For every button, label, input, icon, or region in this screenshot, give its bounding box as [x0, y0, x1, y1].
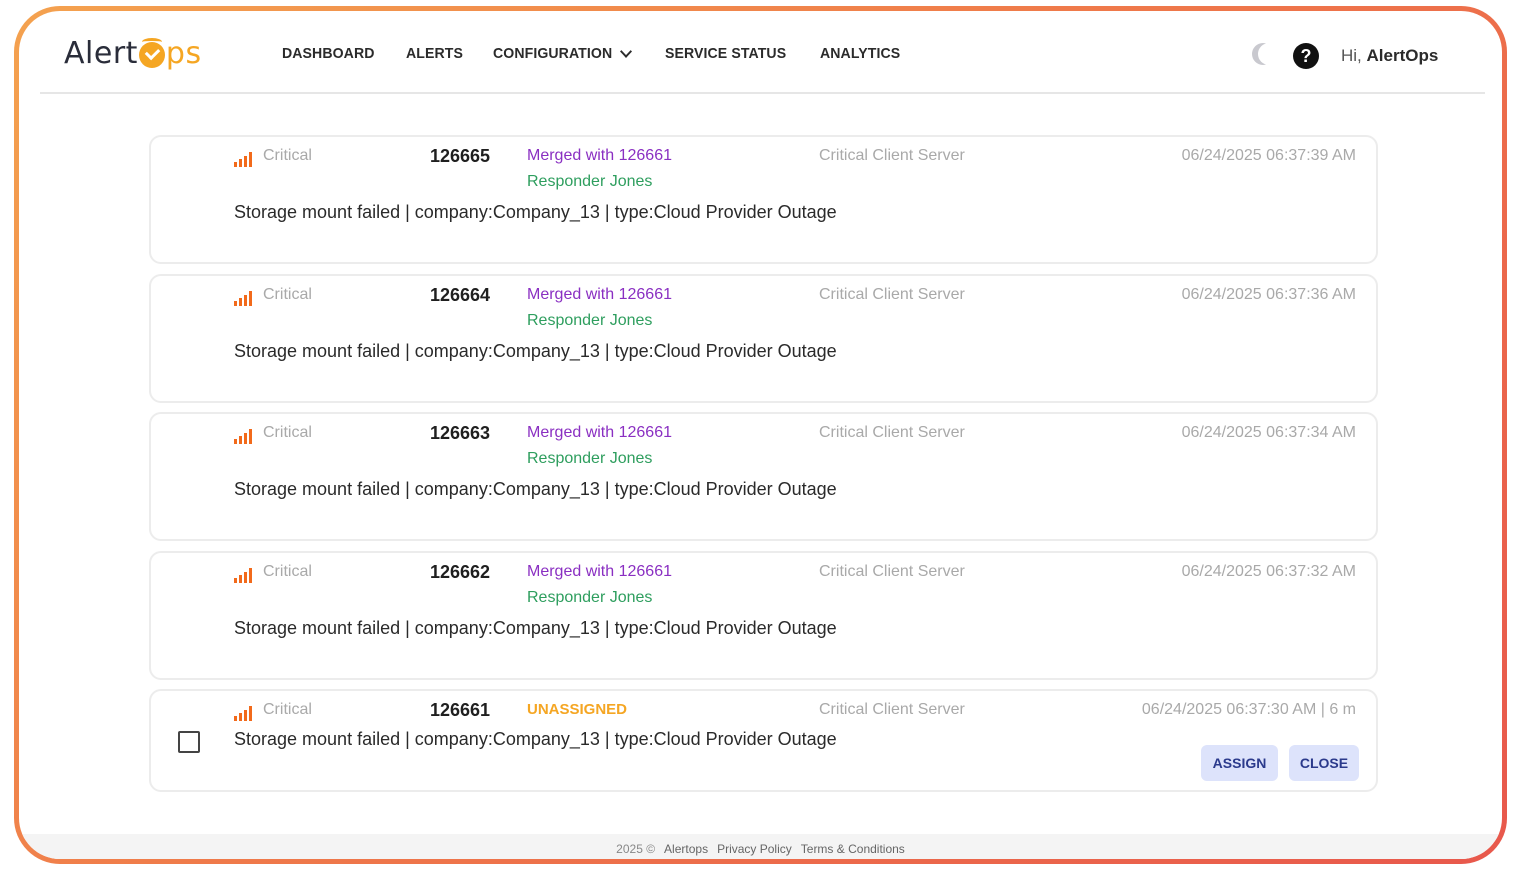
alert-timestamp: 06/24/2025 06:37:36 AM: [1181, 286, 1356, 303]
footer-company-link[interactable]: Alertops: [664, 842, 708, 859]
alert-card[interactable]: Critical 126661 UNASSIGNED Critical Clie…: [149, 689, 1378, 792]
alert-message: Storage mount failed | company:Company_1…: [234, 202, 837, 222]
logo-text-right: ps: [165, 35, 202, 71]
alert-timestamp: 06/24/2025 06:37:32 AM: [1181, 563, 1356, 580]
page-footer: 2025 © Alertops Privacy Policy Terms & C…: [19, 834, 1502, 859]
alert-message: Storage mount failed | company:Company_1…: [234, 618, 837, 638]
alert-card[interactable]: Critical 126662 Merged with 126661 Respo…: [149, 551, 1378, 680]
help-icon[interactable]: ?: [1293, 43, 1319, 69]
alert-source: Critical Client Server: [819, 424, 965, 441]
app-window: Alert ps DASHBOARD ALERTS CONFIGURATION S…: [19, 11, 1502, 859]
nav-dashboard-label: DASHBOARD: [282, 45, 375, 62]
footer-copyright: 2025 ©: [616, 842, 656, 856]
chevron-down-icon: [619, 45, 632, 58]
responder-name[interactable]: Responder Jones: [527, 312, 652, 330]
nav-dashboard[interactable]: DASHBOARD: [282, 45, 375, 62]
alert-source: Critical Client Server: [819, 563, 965, 580]
alert-timestamp: 06/24/2025 06:37:30 AM | 6 m: [1141, 701, 1356, 718]
alert-id[interactable]: 126664: [430, 285, 490, 306]
responder-name[interactable]: Responder Jones: [527, 589, 652, 607]
responder-name[interactable]: Responder Jones: [527, 450, 652, 468]
alert-timestamp: 06/24/2025 06:37:34 AM: [1181, 424, 1356, 441]
severity-label: Critical: [263, 147, 312, 164]
alert-message: Storage mount failed | company:Company_1…: [234, 479, 837, 499]
alert-message: Storage mount failed | company:Company_1…: [234, 729, 837, 749]
assign-button[interactable]: ASSIGN: [1201, 745, 1278, 781]
nav-analytics[interactable]: ANALYTICS: [820, 45, 900, 62]
greeting-prefix: Hi,: [1341, 46, 1362, 65]
alert-message: Storage mount failed | company:Company_1…: [234, 341, 837, 361]
alert-card[interactable]: Critical 126663 Merged with 126661 Respo…: [149, 412, 1378, 541]
severity-signal-icon: [234, 290, 254, 306]
nav-analytics-label: ANALYTICS: [819, 45, 901, 62]
merged-status[interactable]: Merged with 126661: [527, 563, 672, 581]
severity-signal-icon: [234, 705, 254, 721]
alert-select-checkbox[interactable]: [178, 731, 200, 753]
merged-status[interactable]: Merged with 126661: [527, 286, 672, 304]
alert-timestamp: 06/24/2025 06:37:39 AM: [1181, 147, 1356, 164]
nav-alerts-label: ALERTS: [406, 45, 464, 62]
severity-signal-icon: [234, 567, 254, 583]
alert-id[interactable]: 126663: [430, 423, 490, 444]
user-greeting[interactable]: Hi, AlertOps: [1341, 46, 1438, 66]
close-button[interactable]: CLOSE: [1289, 745, 1359, 781]
footer-privacy-link[interactable]: Privacy Policy: [717, 842, 792, 859]
alert-source: Critical Client Server: [819, 147, 965, 164]
nav-configuration[interactable]: CONFIGURATION: [493, 45, 632, 62]
nav-service-status-label: SERVICE STATUS: [664, 45, 787, 62]
alert-source: Critical Client Server: [819, 701, 965, 718]
merged-status[interactable]: Merged with 126661: [527, 147, 672, 165]
severity-signal-icon: [234, 151, 254, 167]
severity-label: Critical: [263, 286, 312, 303]
alert-id[interactable]: 126661: [430, 700, 490, 721]
responder-name[interactable]: Responder Jones: [527, 173, 652, 191]
nav-alerts[interactable]: ALERTS: [406, 45, 463, 62]
severity-label: Critical: [263, 701, 312, 718]
unassigned-status: UNASSIGNED: [527, 701, 628, 718]
alert-card[interactable]: Critical 126664 Merged with 126661 Respo…: [149, 274, 1378, 403]
severity-label: Critical: [263, 424, 312, 441]
user-name: AlertOps: [1366, 46, 1439, 65]
alertops-logo[interactable]: Alert ps: [64, 31, 202, 75]
app-frame: Alert ps DASHBOARD ALERTS CONFIGURATION S…: [14, 6, 1507, 864]
alert-id[interactable]: 126665: [430, 146, 490, 167]
nav-configuration-label: CONFIGURATION: [493, 45, 613, 62]
alert-source: Critical Client Server: [819, 286, 965, 303]
alert-id[interactable]: 126662: [430, 562, 490, 583]
dark-mode-moon-icon[interactable]: [1258, 43, 1280, 65]
nav-service-status[interactable]: SERVICE STATUS: [665, 45, 786, 62]
footer-terms-link[interactable]: Terms & Conditions: [801, 842, 905, 859]
merged-status[interactable]: Merged with 126661: [527, 424, 672, 442]
header-divider: [40, 92, 1485, 94]
main-menu: DASHBOARD ALERTS CONFIGURATION SERVICE S…: [282, 45, 931, 62]
severity-label: Critical: [263, 563, 312, 580]
logo-clock-check-icon: [138, 38, 165, 68]
logo-text-left: Alert: [64, 35, 138, 71]
alert-card[interactable]: Critical 126665 Merged with 126661 Respo…: [149, 135, 1378, 264]
top-navigation-bar: Alert ps DASHBOARD ALERTS CONFIGURATION S…: [19, 11, 1502, 94]
severity-signal-icon: [234, 428, 254, 444]
